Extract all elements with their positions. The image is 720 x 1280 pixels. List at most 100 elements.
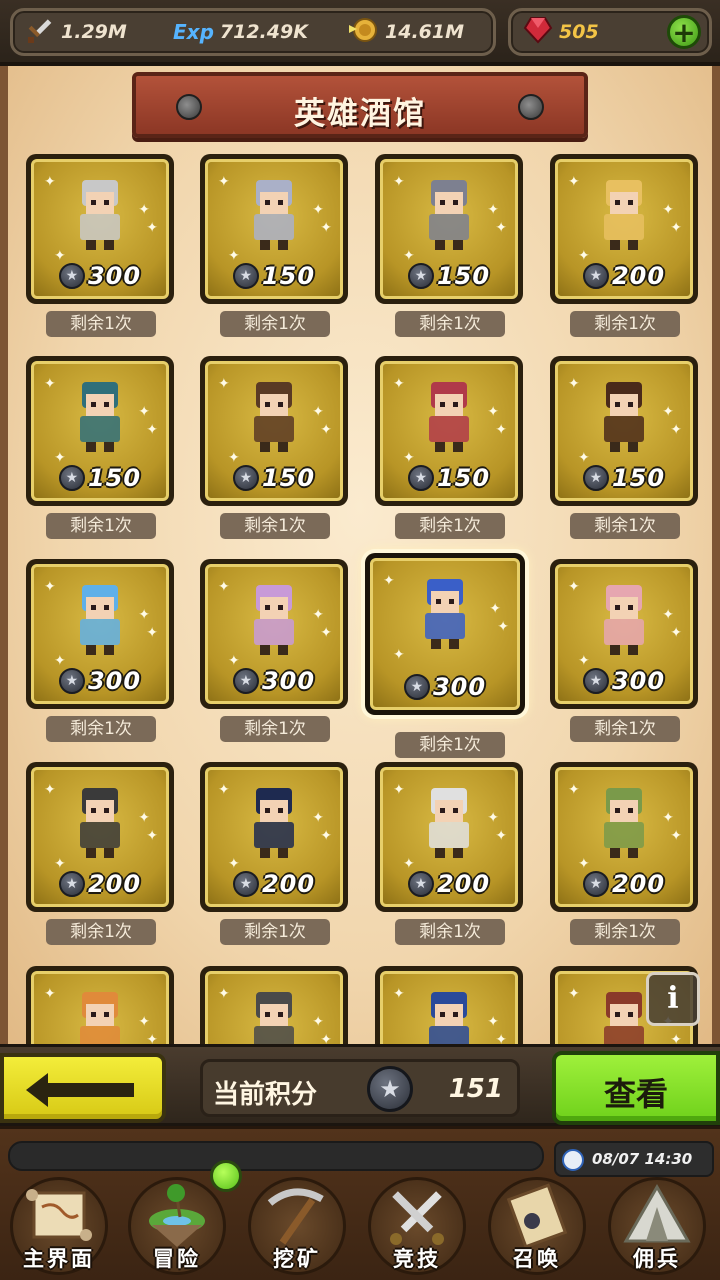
hero-card[interactable]: ✦ ✦ ✦ ✦ ★ 150 (200, 154, 348, 304)
hero-card[interactable]: ✦ ✦ ✦ ✦ ★ 300 (550, 559, 698, 709)
sparkle-icon: ✦ (393, 376, 405, 392)
remaining-uses-badge: 剩余1次 (570, 716, 680, 742)
sparkle-icon: ✦ (568, 376, 580, 392)
hero-card[interactable]: ✦ ✦ ✦ ✦ ★ 200 (200, 762, 348, 912)
page-title: 英雄酒馆 (294, 96, 426, 132)
nav-item-5[interactable]: 佣兵 (598, 1169, 716, 1280)
nav-item-2[interactable]: 挖矿 (238, 1169, 356, 1280)
sparkle-icon: ✦ (44, 174, 56, 190)
sparkle-icon: ✦ (44, 376, 56, 392)
hero-cost-value: 150 (261, 262, 316, 290)
hero-cost-value: 150 (611, 464, 666, 492)
hero-cost-value: 150 (436, 262, 491, 290)
hero-cost: ★ 150 (558, 464, 690, 492)
remaining-uses-badge: 剩余1次 (220, 311, 330, 337)
sparkle-icon: ✦ (312, 607, 324, 623)
hero-portrait-frame: ✦ ✦ ✦ ✦ ★ 150 (31, 361, 169, 501)
hero-card[interactable]: ✦ ✦ ✦ ✦ ★ 300 (26, 559, 174, 709)
hero-card[interactable]: ✦ ✦ ✦ ✦ ★ 200 (550, 154, 698, 304)
left-arrow-icon (26, 1073, 138, 1111)
sparkle-icon: ✦ (312, 1014, 324, 1030)
hero-card[interactable]: ✦ ✦ ✦ ✦ ★ 300 (26, 154, 174, 304)
clock-time: 08/07 14:30 (592, 1150, 693, 1168)
hero-cost: ★ 200 (383, 870, 515, 898)
sparkle-icon: ✦ (568, 174, 580, 190)
nav-item-0[interactable]: 主界面 (0, 1169, 118, 1280)
sparkle-icon: ✦ (218, 376, 230, 392)
nav-item-3[interactable]: 竞技 (358, 1169, 476, 1280)
sparkle-icon: ✦ (495, 828, 507, 844)
back-button[interactable] (0, 1053, 166, 1123)
hero-cost: ★ 300 (34, 262, 166, 290)
hero-cost: ★ 150 (208, 464, 340, 492)
view-button[interactable]: 查看 (552, 1051, 720, 1125)
sparkle-icon: ✦ (320, 828, 332, 844)
hero-portrait-frame: ✦ ✦ ✦ ✦ ★ 200 (555, 159, 693, 299)
hero-card[interactable]: ✦ ✦ ✦ ✦ ★ 200 (26, 762, 174, 912)
view-button-label: 查看 (603, 1075, 668, 1113)
sparkle-icon: ✦ (497, 619, 509, 635)
hero-sprite-icon (68, 378, 132, 462)
star-coin-icon: ★ (232, 263, 259, 289)
sparkle-icon: ✦ (568, 782, 580, 798)
nav-item-4[interactable]: 召唤 (478, 1169, 596, 1280)
hero-sprite-icon (242, 784, 306, 868)
remaining-uses-badge: 剩余1次 (46, 311, 156, 337)
remaining-uses-badge: 剩余1次 (395, 732, 505, 758)
hero-cost: ★ 150 (383, 262, 515, 290)
hero-card[interactable]: ✦ ✦ ✦ ✦ ★ 150 (550, 356, 698, 506)
nav-label: 挖矿 (273, 1247, 321, 1271)
remaining-uses-badge: 剩余1次 (220, 919, 330, 945)
action-bar: 当前积分 ★ 151 查看 (0, 1044, 720, 1126)
hero-card[interactable]: ✦ ✦ ✦ ✦ ★ 200 (375, 762, 523, 912)
hero-sprite-icon (242, 378, 306, 462)
sparkle-icon: ✦ (487, 1014, 499, 1030)
message-ticker[interactable] (8, 1141, 544, 1171)
hero-portrait-frame: ✦✦✦✦ (205, 971, 343, 1046)
sparkle-icon: ✦ (487, 404, 499, 420)
hero-card[interactable]: ✦ ✦ ✦ ✦ ★ 300 (200, 559, 348, 709)
hero-portrait-frame: ✦ ✦ ✦ ✦ ★ 300 (555, 564, 693, 704)
sparkle-icon: ✦ (320, 625, 332, 641)
hero-card[interactable]: ✦✦✦✦ (375, 966, 523, 1046)
sparkle-icon: ✦ (393, 647, 405, 663)
star-coin-icon: ★ (403, 674, 430, 700)
info-icon: i (667, 981, 679, 1016)
hero-portrait-frame: ✦ ✦ ✦ ✦ ★ 200 (380, 767, 518, 907)
hero-cost-value: 200 (611, 262, 666, 290)
clock-icon (562, 1149, 584, 1171)
info-button[interactable]: i (646, 972, 700, 1026)
hero-portrait-frame: ✦ ✦ ✦ ✦ ★ 200 (555, 767, 693, 907)
hero-portrait-frame: ✦ ✦ ✦ ✦ ★ 300 (205, 564, 343, 704)
hero-card[interactable]: ✦✦✦✦ (200, 966, 348, 1046)
score-value: 151 (448, 1074, 503, 1104)
hero-cost-value: 300 (611, 667, 666, 695)
sparkle-icon: ✦ (568, 579, 580, 595)
hero-card[interactable]: ✦ ✦ ✦ ✦ ★ 200 (550, 762, 698, 912)
sparkle-icon: ✦ (218, 782, 230, 798)
sparkle-icon: ✦ (218, 579, 230, 595)
sparkle-icon: ✦ (320, 220, 332, 236)
sparkle-icon: ✦ (662, 607, 674, 623)
sparkle-icon: ✦ (146, 625, 158, 641)
hero-card[interactable]: ✦ ✦ ✦ ✦ ★ 150 (375, 356, 523, 506)
hero-cost-value: 300 (432, 673, 487, 701)
hero-card[interactable]: ✦ ✦ ✦ ✦ ★ 150 (200, 356, 348, 506)
hero-card[interactable]: ✦✦✦✦ (26, 966, 174, 1046)
hero-card[interactable]: ✦ ✦ ✦ ✦ ★ 150 (375, 154, 523, 304)
sparkle-icon: ✦ (146, 828, 158, 844)
remaining-uses-badge: 剩余1次 (220, 716, 330, 742)
notification-dot (210, 1160, 242, 1192)
star-coin-icon: ★ (58, 668, 85, 694)
bolt-icon (518, 94, 544, 120)
hero-card[interactable]: ✦ ✦ ✦ ✦ ★ 150 (26, 356, 174, 506)
sparkle-icon: ✦ (670, 422, 682, 438)
hero-cost-value: 300 (87, 262, 142, 290)
remaining-uses-badge: 剩余1次 (46, 919, 156, 945)
sparkle-icon: ✦ (44, 782, 56, 798)
hero-cost: ★ 200 (558, 870, 690, 898)
remaining-uses-badge: 剩余1次 (395, 919, 505, 945)
hero-card[interactable]: ✦ ✦ ✦ ✦ ★ 300 (365, 553, 525, 715)
sparkle-icon: ✦ (670, 220, 682, 236)
star-coin-icon: ★ (367, 1066, 413, 1112)
